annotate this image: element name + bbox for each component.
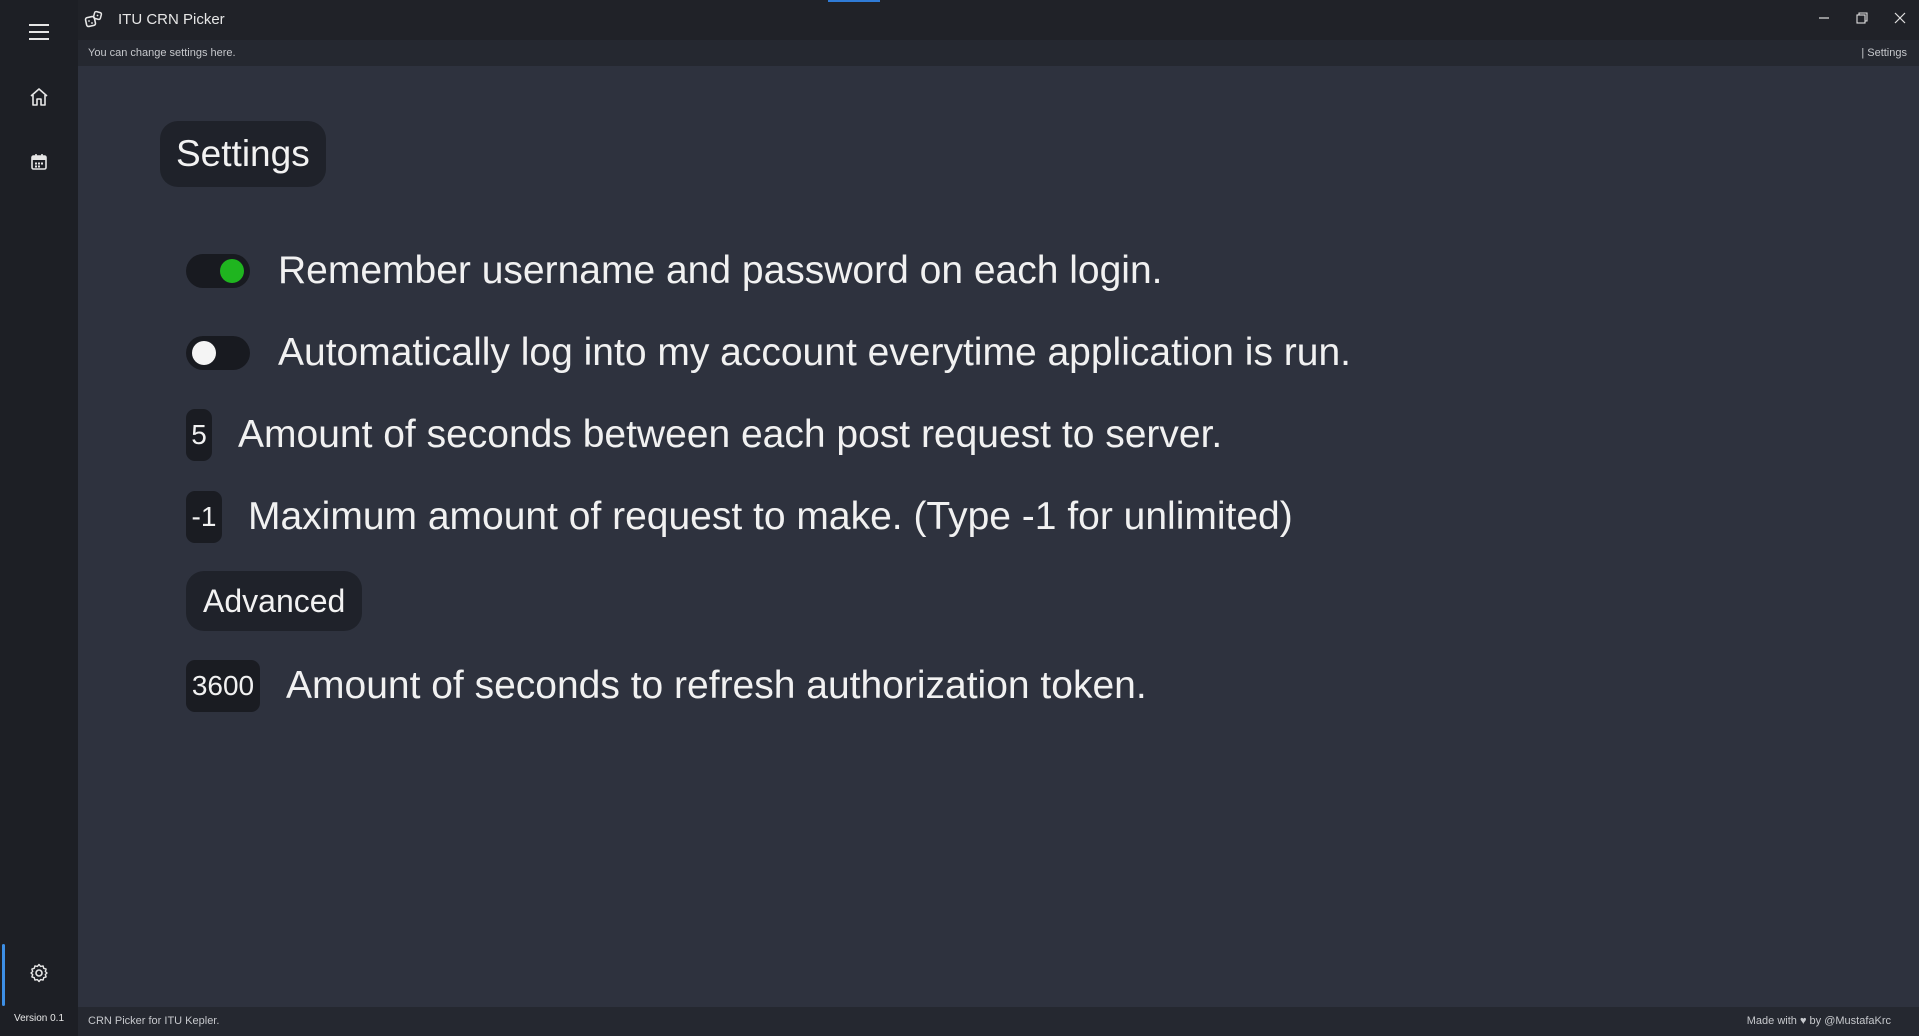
max-requests-label: Maximum amount of request to make. (Type… <box>248 495 1293 538</box>
setting-row-token-refresh: 3600 Amount of seconds to refresh author… <box>186 659 1147 713</box>
gear-icon <box>29 963 49 988</box>
token-refresh-label: Amount of seconds to refresh authorizati… <box>286 664 1147 707</box>
restore-button[interactable] <box>1843 0 1881 40</box>
max-requests-input[interactable]: -1 <box>186 491 222 543</box>
remember-credentials-label: Remember username and password on each l… <box>278 249 1163 292</box>
setting-row-delay: 5 Amount of seconds between each post re… <box>186 408 1222 462</box>
sidebar-item-menu[interactable] <box>0 6 78 62</box>
sidebar-item-home[interactable] <box>0 71 78 127</box>
breadcrumb: | Settings <box>1861 47 1907 59</box>
sidebar-item-calendar[interactable] <box>0 136 78 192</box>
token-refresh-input[interactable]: 3600 <box>186 660 260 712</box>
status-bar: CRN Picker for ITU Kepler. Made with ♥ b… <box>78 1007 1919 1036</box>
focus-accent-line <box>828 0 880 2</box>
app-window: ITU CRN Picker Version 0.1 You can chang… <box>0 0 1919 1036</box>
page-hint: You can change settings here. <box>88 47 236 59</box>
dice-icon <box>84 10 104 30</box>
close-button[interactable] <box>1881 0 1919 40</box>
toggle-knob <box>192 341 216 365</box>
footer-description: CRN Picker for ITU Kepler. <box>88 1015 220 1027</box>
setting-row-max-requests: -1 Maximum amount of request to make. (T… <box>186 490 1293 544</box>
request-delay-label: Amount of seconds between each post requ… <box>238 413 1223 456</box>
auto-login-label: Automatically log into my account everyt… <box>278 331 1351 374</box>
title-bar[interactable]: ITU CRN Picker <box>0 0 1919 40</box>
minimize-icon <box>1818 11 1830 29</box>
window-title: ITU CRN Picker <box>118 11 225 28</box>
setting-row-autologin: Automatically log into my account everyt… <box>186 326 1351 380</box>
setting-row-remember: Remember username and password on each l… <box>186 244 1163 298</box>
settings-page: Settings Remember username and password … <box>78 66 1919 1007</box>
home-icon <box>29 87 49 112</box>
minimize-button[interactable] <box>1805 0 1843 40</box>
sidebar-item-settings[interactable] <box>0 944 78 1006</box>
remember-credentials-toggle[interactable] <box>186 254 250 288</box>
close-icon <box>1894 11 1906 29</box>
auto-login-toggle[interactable] <box>186 336 250 370</box>
restore-icon <box>1856 11 1868 29</box>
hamburger-menu-icon <box>28 23 50 46</box>
subheader-bar: You can change settings here. | Settings <box>78 40 1919 66</box>
page-title: Settings <box>160 121 326 187</box>
version-label: Version 0.1 <box>13 1013 65 1024</box>
footer-credits: Made with ♥ by @MustafaKrc <box>1746 1015 1891 1027</box>
calendar-icon <box>30 153 48 176</box>
sidebar: Version 0.1 <box>0 0 78 1036</box>
advanced-section-title: Advanced <box>186 571 363 631</box>
toggle-knob <box>220 259 244 283</box>
request-delay-input[interactable]: 5 <box>186 409 212 461</box>
